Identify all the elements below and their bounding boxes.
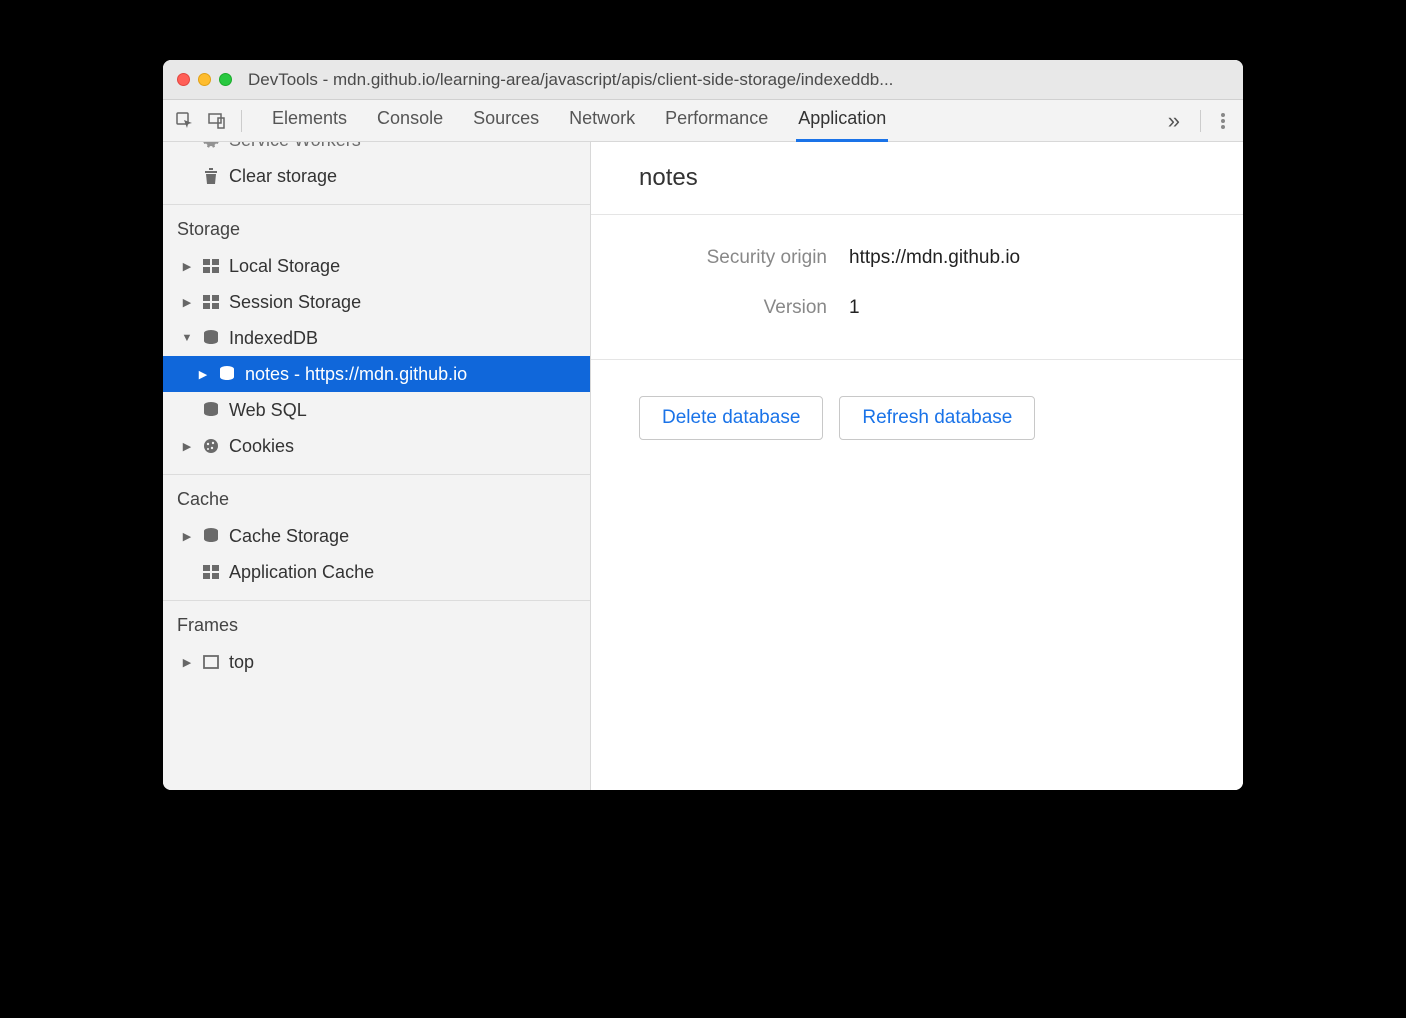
chevron-right-icon: ▶ xyxy=(181,656,193,669)
sidebar-item-label: Cache Storage xyxy=(229,526,349,547)
sidebar-item-label: Cookies xyxy=(229,436,294,457)
database-icon xyxy=(201,402,221,418)
database-info: Security origin https://mdn.github.io Ve… xyxy=(591,215,1243,360)
sidebar-group-storage: Storage xyxy=(163,205,590,248)
panel-tabs: Elements Console Sources Network Perform… xyxy=(270,100,1154,142)
application-sidebar: Service Workers Clear storage Storage ▶ … xyxy=(163,142,591,790)
sidebar-item-local-storage[interactable]: ▶ Local Storage xyxy=(163,248,590,284)
chevron-down-icon: ▼ xyxy=(181,332,193,344)
sidebar-item-indexeddb-notes[interactable]: ▶ notes - https://mdn.github.io xyxy=(163,356,590,392)
device-toolbar-icon[interactable] xyxy=(203,107,231,135)
sidebar-item-label: Application Cache xyxy=(229,562,374,583)
maximize-window-button[interactable] xyxy=(219,73,232,86)
sidebar-item-cache-storage[interactable]: ▶ Cache Storage xyxy=(163,518,590,554)
sidebar-item-application-cache[interactable]: Application Cache xyxy=(163,554,590,590)
panel-body: Service Workers Clear storage Storage ▶ … xyxy=(163,142,1243,790)
tab-performance[interactable]: Performance xyxy=(663,100,770,142)
version-label: Version xyxy=(639,297,849,319)
tab-application[interactable]: Application xyxy=(796,100,888,142)
tab-sources[interactable]: Sources xyxy=(471,100,541,142)
cookie-icon xyxy=(201,438,221,454)
devtools-window: DevTools - mdn.github.io/learning-area/j… xyxy=(163,60,1243,790)
main-content: notes Security origin https://mdn.github… xyxy=(591,142,1243,790)
chevron-right-icon: ▶ xyxy=(181,260,193,273)
security-origin-value: https://mdn.github.io xyxy=(849,247,1020,269)
close-window-button[interactable] xyxy=(177,73,190,86)
toolbar-separator xyxy=(241,110,242,132)
sidebar-item-service-workers[interactable]: Service Workers xyxy=(163,142,590,158)
info-row-security-origin: Security origin https://mdn.github.io xyxy=(639,247,1195,269)
tab-console[interactable]: Console xyxy=(375,100,445,142)
sidebar-item-websql[interactable]: Web SQL xyxy=(163,392,590,428)
version-value: 1 xyxy=(849,297,860,319)
frame-icon xyxy=(201,655,221,669)
delete-database-button[interactable]: Delete database xyxy=(639,396,823,440)
window-title: DevTools - mdn.github.io/learning-area/j… xyxy=(248,70,1229,90)
tabs-overflow-icon[interactable]: » xyxy=(1158,108,1190,134)
sidebar-group-frames: Frames xyxy=(163,601,590,644)
settings-menu-icon[interactable] xyxy=(1211,113,1235,129)
chevron-right-icon: ▶ xyxy=(197,368,209,381)
sidebar-item-label: top xyxy=(229,652,254,673)
gear-icon xyxy=(201,142,221,149)
sidebar-item-label: Service Workers xyxy=(229,142,361,151)
sidebar-item-label: IndexedDB xyxy=(229,328,318,349)
tab-elements[interactable]: Elements xyxy=(270,100,349,142)
sidebar-item-label: Local Storage xyxy=(229,256,340,277)
refresh-database-button[interactable]: Refresh database xyxy=(839,396,1035,440)
traffic-lights xyxy=(177,73,232,86)
sidebar-item-session-storage[interactable]: ▶ Session Storage xyxy=(163,284,590,320)
database-icon xyxy=(201,330,221,346)
devtools-toolbar: Elements Console Sources Network Perform… xyxy=(163,100,1243,142)
grid-icon xyxy=(201,565,221,579)
sidebar-item-clear-storage[interactable]: Clear storage xyxy=(163,158,590,194)
window-titlebar: DevTools - mdn.github.io/learning-area/j… xyxy=(163,60,1243,100)
sidebar-item-indexeddb[interactable]: ▼ IndexedDB xyxy=(163,320,590,356)
sidebar-item-label: notes - https://mdn.github.io xyxy=(245,364,467,385)
sidebar-item-frame-top[interactable]: ▶ top xyxy=(163,644,590,680)
sidebar-group-cache: Cache xyxy=(163,475,590,518)
sidebar-item-label: Clear storage xyxy=(229,166,337,187)
sidebar-item-cookies[interactable]: ▶ Cookies xyxy=(163,428,590,464)
toolbar-separator xyxy=(1200,110,1201,132)
chevron-right-icon: ▶ xyxy=(181,296,193,309)
database-icon xyxy=(201,528,221,544)
database-icon xyxy=(217,366,237,382)
minimize-window-button[interactable] xyxy=(198,73,211,86)
grid-icon xyxy=(201,295,221,309)
database-title: notes xyxy=(591,142,1243,215)
trash-icon xyxy=(201,167,221,185)
inspect-element-icon[interactable] xyxy=(171,107,199,135)
chevron-right-icon: ▶ xyxy=(181,530,193,543)
security-origin-label: Security origin xyxy=(639,247,849,269)
info-row-version: Version 1 xyxy=(639,297,1195,319)
sidebar-item-label: Web SQL xyxy=(229,400,307,421)
chevron-right-icon: ▶ xyxy=(181,440,193,453)
grid-icon xyxy=(201,259,221,273)
sidebar-item-label: Session Storage xyxy=(229,292,361,313)
database-actions: Delete database Refresh database xyxy=(591,360,1243,476)
tab-network[interactable]: Network xyxy=(567,100,637,142)
